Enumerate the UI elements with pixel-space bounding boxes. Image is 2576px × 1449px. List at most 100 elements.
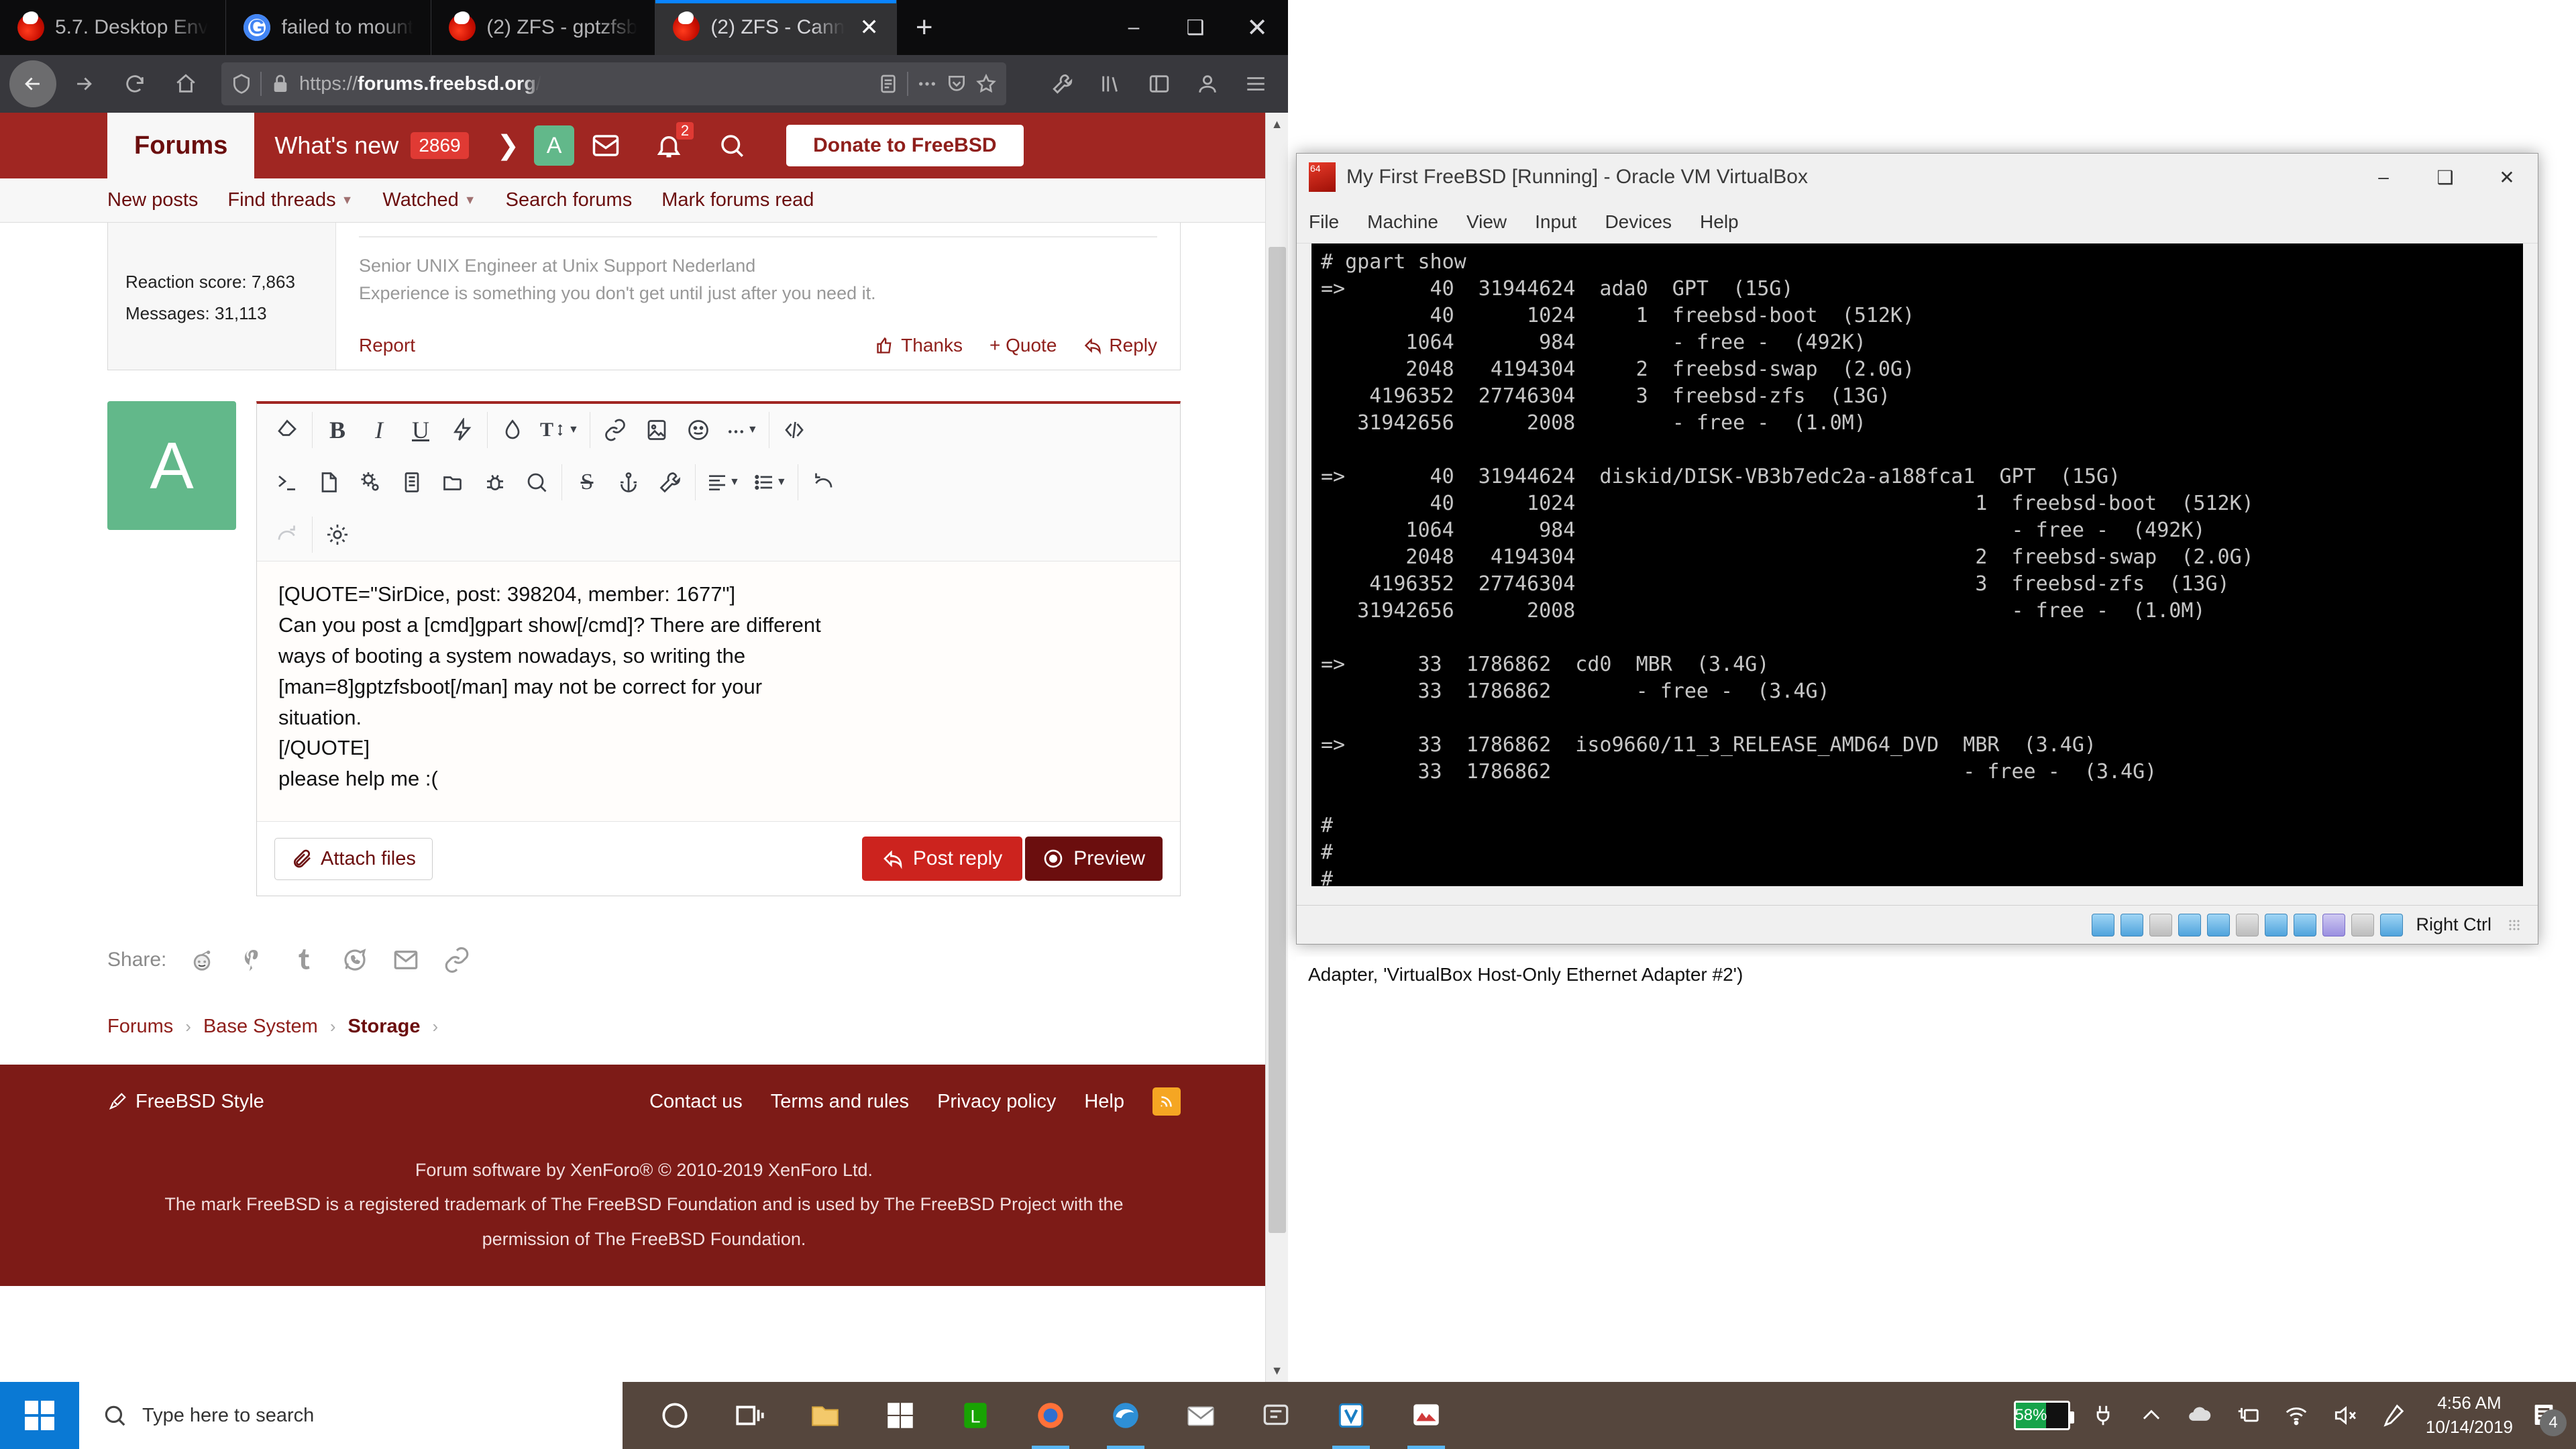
menu-item-file[interactable]: File [1309, 211, 1339, 233]
undo-icon[interactable] [802, 462, 844, 503]
smilies-icon[interactable] [678, 409, 719, 451]
account-icon[interactable] [1185, 61, 1230, 107]
subnav-item-search-forums[interactable]: Search forums [506, 189, 633, 211]
scroll-up-arrow-icon[interactable]: ▲ [1266, 113, 1288, 136]
task-view-icon[interactable] [712, 1382, 788, 1449]
page-scrollbar[interactable]: ▲ ▼ [1265, 113, 1288, 1382]
virtualization-icon[interactable] [2322, 913, 2346, 936]
url-bar[interactable]: https://forums.freebsd.org/ [221, 62, 1006, 105]
footer-link-terms-and-rules[interactable]: Terms and rules [771, 1091, 909, 1113]
footer-link-contact-us[interactable]: Contact us [649, 1091, 743, 1113]
start-button[interactable] [0, 1382, 79, 1449]
shared-folder-icon[interactable] [2236, 913, 2259, 936]
attach-files-button[interactable]: Attach files [274, 837, 433, 880]
search-icon[interactable] [700, 113, 763, 178]
libreoffice-icon[interactable]: L [938, 1382, 1013, 1449]
minimize-icon[interactable]: – [2353, 154, 2414, 201]
thanks-button[interactable]: Thanks [875, 335, 963, 356]
menu-item-machine[interactable]: Machine [1367, 211, 1438, 233]
strikethrough-icon[interactable]: S [566, 462, 608, 503]
url-text[interactable]: https://forums.freebsd.org/ [299, 73, 541, 95]
chevron-up-icon[interactable] [2136, 1400, 2167, 1431]
volume-muted-icon[interactable] [2329, 1400, 2360, 1431]
snip-sketch-icon[interactable] [1389, 1382, 1464, 1449]
shield-icon[interactable] [231, 73, 252, 95]
article-icon[interactable] [391, 462, 433, 503]
maximize-icon[interactable]: ❑ [1165, 0, 1226, 55]
maximize-icon[interactable]: ❑ [2414, 154, 2476, 201]
avatar[interactable]: A [534, 125, 575, 166]
scroll-down-arrow-icon[interactable]: ▼ [1266, 1359, 1288, 1382]
bold-icon[interactable]: B [317, 409, 358, 451]
wrench-icon[interactable] [1040, 61, 1085, 107]
whatsapp-icon[interactable] [339, 945, 370, 975]
menu-item-devices[interactable]: Devices [1605, 211, 1672, 233]
new-tab-button[interactable]: + [897, 0, 952, 55]
microsoft-store-icon[interactable] [863, 1382, 938, 1449]
footer-link-privacy-policy[interactable]: Privacy policy [937, 1091, 1056, 1113]
minimize-icon[interactable]: – [1103, 0, 1165, 55]
reload-icon[interactable] [111, 60, 158, 107]
cortana-icon[interactable] [637, 1382, 712, 1449]
preview-button[interactable]: Preview [1025, 837, 1163, 881]
quote-bubble-icon[interactable] [516, 462, 557, 503]
device-icon[interactable] [2233, 1400, 2263, 1431]
sidebar-icon[interactable] [1136, 61, 1182, 107]
rss-icon[interactable] [1152, 1087, 1181, 1116]
browser-tab[interactable]: failed to mount [226, 0, 432, 55]
style-chooser[interactable]: FreeBSD Style [107, 1091, 264, 1113]
tumblr-icon[interactable] [288, 945, 319, 975]
lock-icon[interactable] [270, 73, 291, 95]
lightning-icon[interactable] [441, 409, 483, 451]
file-explorer-icon[interactable] [788, 1382, 863, 1449]
reply-button[interactable]: Reply [1083, 335, 1157, 356]
bookmark-star-icon[interactable] [975, 73, 997, 95]
email-icon[interactable] [390, 945, 421, 975]
align-icon[interactable]: ▼ [700, 462, 747, 503]
more-options-icon[interactable]: ▼ [719, 409, 765, 451]
quote-button[interactable]: + Quote [989, 335, 1057, 356]
virtualbox-icon[interactable] [1313, 1382, 1389, 1449]
reddit-icon[interactable] [186, 945, 217, 975]
subnav-item-find-threads[interactable]: Find threads ▼ [227, 189, 353, 211]
search-input[interactable]: Type here to search [79, 1382, 623, 1449]
firefox-icon[interactable] [1013, 1382, 1088, 1449]
battery-icon[interactable]: 58% [2013, 1401, 2074, 1430]
menu-hamburger-icon[interactable] [1233, 61, 1279, 107]
pen-icon[interactable] [2377, 1400, 2408, 1431]
hard-disk-icon[interactable] [2092, 913, 2115, 936]
toggle-bbcode-icon[interactable] [773, 409, 815, 451]
pinterest-icon[interactable] [237, 945, 268, 975]
optical-disk-icon[interactable] [2121, 913, 2144, 936]
subnav-item-mark-forums-read[interactable]: Mark forums read [661, 189, 814, 211]
insert-image-icon[interactable] [636, 409, 678, 451]
reader-view-icon[interactable] [877, 73, 899, 95]
insert-link-icon[interactable] [594, 409, 636, 451]
forum-logo[interactable]: Forums [107, 113, 255, 178]
text-color-drop-icon[interactable] [492, 409, 533, 451]
gears-config-icon[interactable] [350, 462, 391, 503]
close-window-icon[interactable]: ✕ [1226, 0, 1288, 55]
network-icon[interactable] [2178, 913, 2202, 936]
anchor-icon[interactable] [608, 462, 649, 503]
remove-formatting-icon[interactable] [266, 409, 308, 451]
resize-grip-icon[interactable] [2508, 918, 2520, 931]
usb-icon[interactable] [2207, 913, 2231, 936]
host-key-icon[interactable] [2380, 913, 2404, 936]
close-icon[interactable]: ✕ [2476, 154, 2538, 201]
link-icon[interactable] [441, 945, 472, 975]
report-link[interactable]: Report [359, 335, 415, 356]
underline-icon[interactable]: U [400, 409, 441, 451]
subnav-item-new-posts[interactable]: New posts [107, 189, 198, 211]
footer-link-help[interactable]: Help [1084, 1091, 1124, 1113]
wrench-icon[interactable] [649, 462, 691, 503]
mail-icon[interactable] [1163, 1382, 1238, 1449]
avatar[interactable]: A [107, 401, 236, 530]
subnav-item-watched[interactable]: Watched ▼ [382, 189, 476, 211]
whats-new-link[interactable]: What's new 2869 [254, 113, 488, 178]
edge-icon[interactable] [1088, 1382, 1163, 1449]
italic-icon[interactable]: I [358, 409, 400, 451]
menu-item-help[interactable]: Help [1700, 211, 1739, 233]
pocket-icon[interactable] [946, 73, 967, 95]
notification-center-icon[interactable]: 4 [2530, 1400, 2567, 1436]
